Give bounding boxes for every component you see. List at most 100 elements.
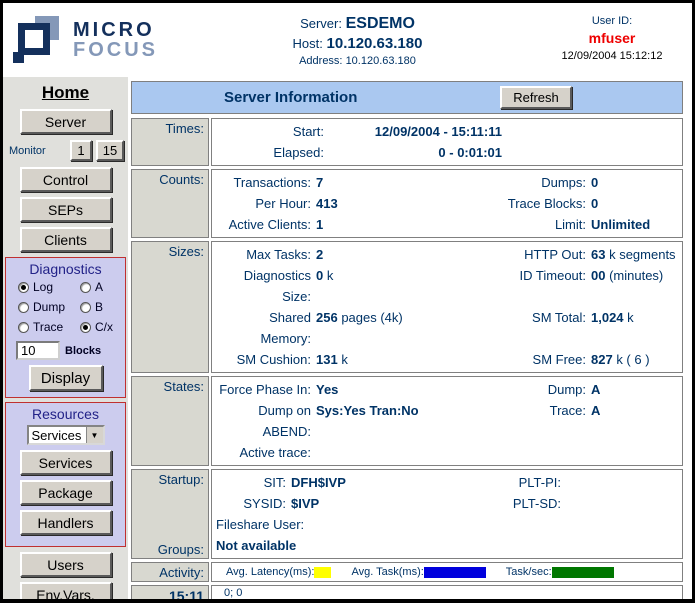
server-name-line: Server: ESDEMO: [183, 15, 532, 33]
states-line-3: Active trace:: [216, 442, 678, 463]
groups-label-text: Groups:: [132, 542, 204, 558]
activity-legend: Avg. Latency(ms): Avg. Task(ms): Task/se…: [211, 562, 683, 582]
dump-on-abend-label: Dump on ABEND:: [216, 400, 311, 442]
legend-latency: Avg. Latency(ms):: [226, 566, 335, 578]
max-tasks-label: Max Tasks:: [216, 244, 311, 265]
radio-dump[interactable]: Dump: [18, 300, 80, 314]
users-button[interactable]: Users: [20, 552, 112, 577]
id-timeout-suffix: (minutes): [605, 268, 663, 283]
blocks-row: Blocks: [16, 341, 121, 360]
sm-cushion-value: 131 k: [311, 349, 456, 370]
startup-line-3: Fileshare User:: [216, 514, 678, 535]
clients-button[interactable]: Clients: [20, 227, 112, 252]
sm-total-label: SM Total:: [456, 307, 586, 349]
active-clients-label: Active Clients:: [216, 214, 311, 235]
radio-a-icon[interactable]: [80, 282, 91, 293]
radio-b-icon[interactable]: [80, 302, 91, 313]
startup-line-2: SYSID: $IVP PLT-SD:: [216, 493, 678, 514]
limit-value: Unlimited: [586, 214, 678, 235]
package-button[interactable]: Package: [20, 480, 112, 505]
address-label: Address:: [299, 55, 342, 67]
force-phase-in-label: Force Phase In:: [216, 379, 311, 400]
dump-on-abend-value: Sys:Yes Tran:No: [311, 400, 456, 442]
page-header: MICRO FOCUS Server: ESDEMO Host: 10.120.…: [3, 3, 692, 77]
page: MICRO FOCUS Server: ESDEMO Host: 10.120.…: [0, 0, 695, 603]
top-title-bar: Server Information Refresh: [131, 81, 683, 114]
control-button[interactable]: Control: [20, 167, 112, 192]
radio-cx-icon[interactable]: [80, 322, 91, 333]
startup-empty-value: [561, 514, 678, 535]
states-empty-label: [456, 442, 586, 463]
server-value: ESDEMO: [346, 15, 415, 32]
sm-free-label: SM Free:: [456, 349, 586, 370]
blocks-label: Blocks: [65, 345, 101, 357]
states-line-2: Dump on ABEND: Sys:Yes Tran:No Trace: A: [216, 400, 678, 442]
radio-b[interactable]: B: [80, 300, 121, 314]
sizes-section-label: Sizes:: [131, 241, 209, 373]
login-timestamp: 12/09/2004 15:12:12: [532, 50, 692, 62]
http-out-label: HTTP Out:: [456, 244, 586, 265]
env-vars-button[interactable]: Env.Vars.: [20, 582, 112, 599]
resources-title: Resources: [10, 406, 121, 422]
trace-state-value: A: [586, 400, 678, 442]
radio-a-label: A: [95, 280, 103, 294]
sm-total-value: 1,024 k: [586, 307, 678, 349]
fileshare-user-label: Fileshare User:: [216, 514, 286, 535]
startup-row: Startup: Groups: SIT: DFH$IVP PLT-PI: SY…: [131, 469, 683, 559]
counts-box: Transactions: 7 Dumps: 0 Per Hour: 413 T…: [211, 169, 683, 238]
radio-log[interactable]: Log: [18, 280, 80, 294]
legend-task-ms: Avg. Task(ms):: [351, 566, 489, 578]
transactions-label: Transactions:: [216, 172, 311, 193]
server-label: Server:: [300, 16, 342, 31]
address-value: 10.120.63.180: [346, 55, 416, 67]
radio-log-icon[interactable]: [18, 282, 29, 293]
start-time-line: Start: 12/09/2004 - 15:11:11: [216, 121, 678, 142]
diagnostics-size-value: 0 k: [311, 265, 456, 307]
user-id-label: User ID:: [532, 15, 692, 27]
trace-blocks-value: 0: [586, 193, 678, 214]
times-section-label: Times:: [131, 118, 209, 166]
monitor-15-button[interactable]: 15: [96, 140, 124, 161]
logo-text-focus: FOCUS: [73, 39, 158, 61]
diagnostics-size-suffix: k: [323, 268, 333, 283]
blocks-input[interactable]: [16, 341, 60, 360]
max-tasks-number: 2: [316, 247, 323, 262]
handlers-button[interactable]: Handlers: [20, 510, 112, 535]
radio-a[interactable]: A: [80, 280, 121, 294]
sizes-box: Max Tasks: 2 HTTP Out: 63 k segments Dia…: [211, 241, 683, 373]
logo-text: MICRO FOCUS: [73, 20, 158, 60]
radio-cx[interactable]: C/x: [80, 320, 121, 334]
plt-pi-value: [561, 472, 678, 493]
shared-memory-suffix: pages (4k): [338, 310, 403, 325]
server-button[interactable]: Server: [20, 109, 112, 134]
states-empty-value: [586, 442, 678, 463]
sit-label: SIT:: [216, 472, 286, 493]
counts-line-3: Active Clients: 1 Limit: Unlimited: [216, 214, 678, 235]
sizes-line-2: Diagnostics Size: 0 k ID Timeout: 00 (mi…: [216, 265, 678, 307]
sizes-row: Sizes: Max Tasks: 2 HTTP Out: 63 k segme…: [131, 241, 683, 373]
times-label-text: Times:: [132, 121, 204, 136]
legend-task-sec: Task/sec:: [506, 566, 618, 578]
seps-button[interactable]: SEPs: [20, 197, 112, 222]
top-refresh-button[interactable]: Refresh: [500, 86, 572, 109]
chevron-down-icon[interactable]: ▼: [86, 427, 103, 443]
sizes-line-3: Shared Memory: 256 pages (4k) SM Total: …: [216, 307, 678, 349]
radio-trace[interactable]: Trace: [18, 320, 80, 334]
resources-dropdown[interactable]: Services ▼: [27, 425, 105, 445]
startup-label-text: Startup:: [132, 472, 204, 487]
services-button[interactable]: Services: [20, 450, 112, 475]
per-hour-label: Per Hour:: [216, 193, 311, 214]
home-link[interactable]: Home: [3, 83, 128, 103]
monitor-1-button[interactable]: 1: [70, 140, 92, 161]
dump-state-value: A: [586, 379, 678, 400]
radio-trace-icon[interactable]: [18, 322, 29, 333]
radio-dump-icon[interactable]: [18, 302, 29, 313]
display-button[interactable]: Display: [29, 365, 103, 391]
http-out-number: 63: [591, 247, 605, 262]
counts-row: Counts: Transactions: 7 Dumps: 0 Per Hou…: [131, 169, 683, 238]
id-timeout-value: 00 (minutes): [586, 265, 678, 307]
active-trace-label: Active trace:: [216, 442, 311, 463]
activity-sample-box: 0; 0 0: [211, 585, 683, 599]
sm-total-suffix: k: [624, 310, 634, 325]
limit-label: Limit:: [456, 214, 586, 235]
